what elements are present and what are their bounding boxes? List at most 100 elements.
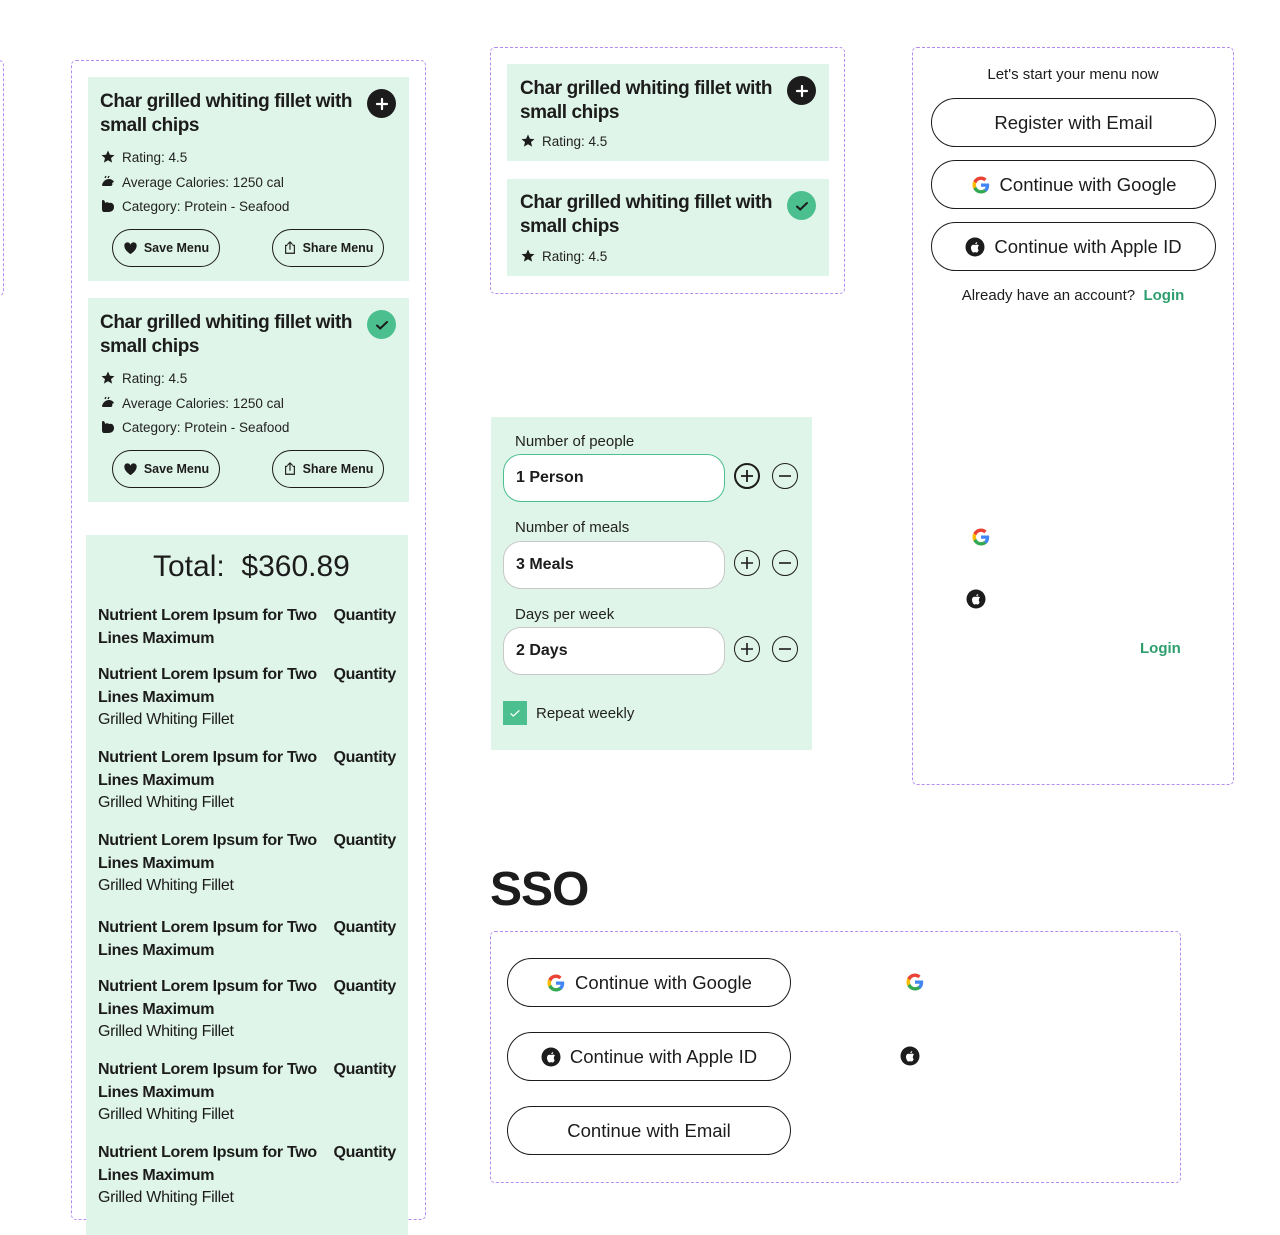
order-total: Total: $360.89	[153, 550, 350, 584]
rating-row: Rating: 4.5	[100, 149, 187, 165]
menu-card-title: Char grilled whiting fillet with small c…	[100, 91, 353, 136]
calories-text: Average Calories: 1250 cal	[122, 174, 284, 190]
nutrient-quantity: Quantity	[333, 1061, 397, 1078]
sso-apple-button[interactable]: Continue with Apple ID	[507, 1032, 791, 1081]
meals-input[interactable]: 3 Meals	[503, 541, 725, 589]
repeat-weekly-label[interactable]: Repeat weekly	[536, 705, 634, 722]
nutrient-name: Nutrient Lorem Ipsum for Two Lines Maxim…	[98, 919, 317, 959]
menu-card-title: Char grilled whiting fillet with small c…	[520, 192, 773, 237]
share-menu-label: Share Menu	[302, 462, 374, 476]
google-icon	[906, 973, 924, 991]
save-menu-button[interactable]: Save Menu	[112, 450, 220, 488]
compact-menu-card[interactable]: Char grilled whiting fillet with small c…	[507, 64, 829, 161]
sso-google-button[interactable]: Continue with Google	[507, 958, 791, 1007]
apple-icon	[966, 589, 986, 609]
share-icon	[284, 241, 295, 254]
nutrient-row: Nutrient Lorem Ipsum for Two Lines Maxim…	[98, 1141, 396, 1211]
sso-email-label: Continue with Email	[567, 1119, 731, 1141]
heart-icon	[124, 462, 137, 475]
nutrient-name: Nutrient Lorem Ipsum for Two Lines Maxim…	[98, 832, 317, 872]
google-signin-button[interactable]: Continue with Google	[931, 160, 1216, 209]
sso-title: SSO	[490, 863, 589, 916]
check-icon	[510, 709, 520, 717]
days-increase-button[interactable]	[734, 636, 760, 662]
star-icon	[521, 249, 535, 262]
login-link[interactable]: Login	[1140, 640, 1181, 657]
login-link[interactable]: Login	[1143, 287, 1184, 304]
add-icon[interactable]	[787, 76, 816, 105]
days-decrease-button[interactable]	[772, 636, 798, 662]
google-icon	[972, 176, 989, 193]
check-icon[interactable]	[787, 191, 816, 220]
minus-icon	[779, 475, 791, 477]
nutrient-name: Nutrient Lorem Ipsum for Two Lines Maxim…	[98, 978, 317, 1018]
category-text: Category: Protein - Seafood	[122, 419, 290, 435]
sso-google-label: Continue with Google	[575, 971, 752, 993]
nutrient-quantity: Quantity	[333, 607, 397, 624]
nutrient-quantity: Quantity	[333, 666, 397, 683]
google-icon	[972, 528, 990, 546]
nutrient-name: Nutrient Lorem Ipsum for Two Lines Maxim…	[98, 666, 317, 706]
apple-icon	[541, 1047, 561, 1066]
meals-label: Number of meals	[515, 519, 630, 536]
days-label: Days per week	[515, 606, 615, 623]
compact-menu-card[interactable]: Char grilled whiting fillet with small c…	[507, 179, 829, 276]
star-icon	[101, 371, 115, 384]
nutrient-row: Nutrient Lorem Ipsum for Two Lines Maxim…	[98, 916, 396, 964]
sso-email-button[interactable]: Continue with Email	[507, 1106, 791, 1155]
nutrient-item: Grilled Whiting Fillet	[98, 794, 234, 811]
nutrient-row: Nutrient Lorem Ipsum for Two Lines Maxim…	[98, 746, 396, 816]
save-menu-label: Save Menu	[143, 462, 210, 476]
people-decrease-button[interactable]	[772, 463, 798, 489]
save-menu-label: Save Menu	[143, 241, 210, 255]
share-menu-button[interactable]: Share Menu	[272, 450, 384, 488]
share-icon	[284, 462, 295, 475]
star-icon	[101, 150, 115, 163]
rating-row: Rating: 4.5	[520, 248, 607, 264]
register-email-label: Register with Email	[994, 111, 1153, 133]
google-icon	[547, 974, 565, 991]
sso-apple-label: Continue with Apple ID	[569, 1045, 758, 1067]
rating-text: Rating: 4.5	[122, 370, 188, 386]
login-prompt: Already have an account? Login	[913, 287, 1233, 304]
people-increase-button[interactable]	[734, 463, 760, 489]
people-input[interactable]: 1 Person	[503, 454, 725, 502]
nutrient-row: Nutrient Lorem Ipsum for Two Lines Maxim…	[98, 829, 396, 899]
nutrient-item: Grilled Whiting Fillet	[98, 1023, 234, 1040]
menu-card[interactable]: Char grilled whiting fillet with small c…	[88, 77, 409, 281]
nutrient-quantity: Quantity	[333, 919, 397, 936]
nutrient-quantity: Quantity	[333, 1144, 397, 1161]
total-value: $360.89	[241, 550, 350, 583]
menu-card[interactable]: Char grilled whiting fillet with small c…	[88, 298, 409, 502]
people-value: 1 Person	[516, 469, 584, 486]
nutrient-row: Nutrient Lorem Ipsum for Two Lines Maxim…	[98, 604, 396, 652]
nutrient-name: Nutrient Lorem Ipsum for Two Lines Maxim…	[98, 1144, 317, 1184]
nutrient-row: Nutrient Lorem Ipsum for Two Lines Maxim…	[98, 975, 396, 1045]
meals-increase-button[interactable]	[734, 550, 760, 576]
share-menu-label: Share Menu	[302, 241, 374, 255]
star-icon	[521, 134, 535, 147]
days-input[interactable]: 2 Days	[503, 627, 725, 675]
category-row: Category: Protein - Seafood	[100, 198, 289, 214]
nutrient-quantity: Quantity	[333, 749, 397, 766]
apple-signin-button[interactable]: Continue with Apple ID	[931, 222, 1216, 271]
nutrient-item: Grilled Whiting Fillet	[98, 877, 234, 894]
share-menu-button[interactable]: Share Menu	[272, 229, 384, 267]
menu-card-title: Char grilled whiting fillet with small c…	[520, 78, 773, 123]
rating-text: Rating: 4.5	[542, 248, 608, 264]
people-label: Number of people	[515, 433, 635, 450]
google-signin-label: Continue with Google	[999, 173, 1177, 195]
nutrient-item: Grilled Whiting Fillet	[98, 711, 234, 728]
add-icon[interactable]	[367, 89, 396, 118]
check-icon[interactable]	[367, 310, 396, 339]
calories-icon	[102, 396, 114, 407]
register-email-button[interactable]: Register with Email	[931, 98, 1216, 147]
calories-row: Average Calories: 1250 cal	[100, 174, 284, 190]
save-menu-button[interactable]: Save Menu	[112, 229, 220, 267]
repeat-weekly-checkbox[interactable]	[503, 701, 527, 725]
muscle-icon	[102, 200, 114, 212]
minus-icon	[779, 648, 791, 650]
meals-decrease-button[interactable]	[772, 550, 798, 576]
days-value: 2 Days	[516, 642, 568, 659]
category-text: Category: Protein - Seafood	[122, 198, 290, 214]
